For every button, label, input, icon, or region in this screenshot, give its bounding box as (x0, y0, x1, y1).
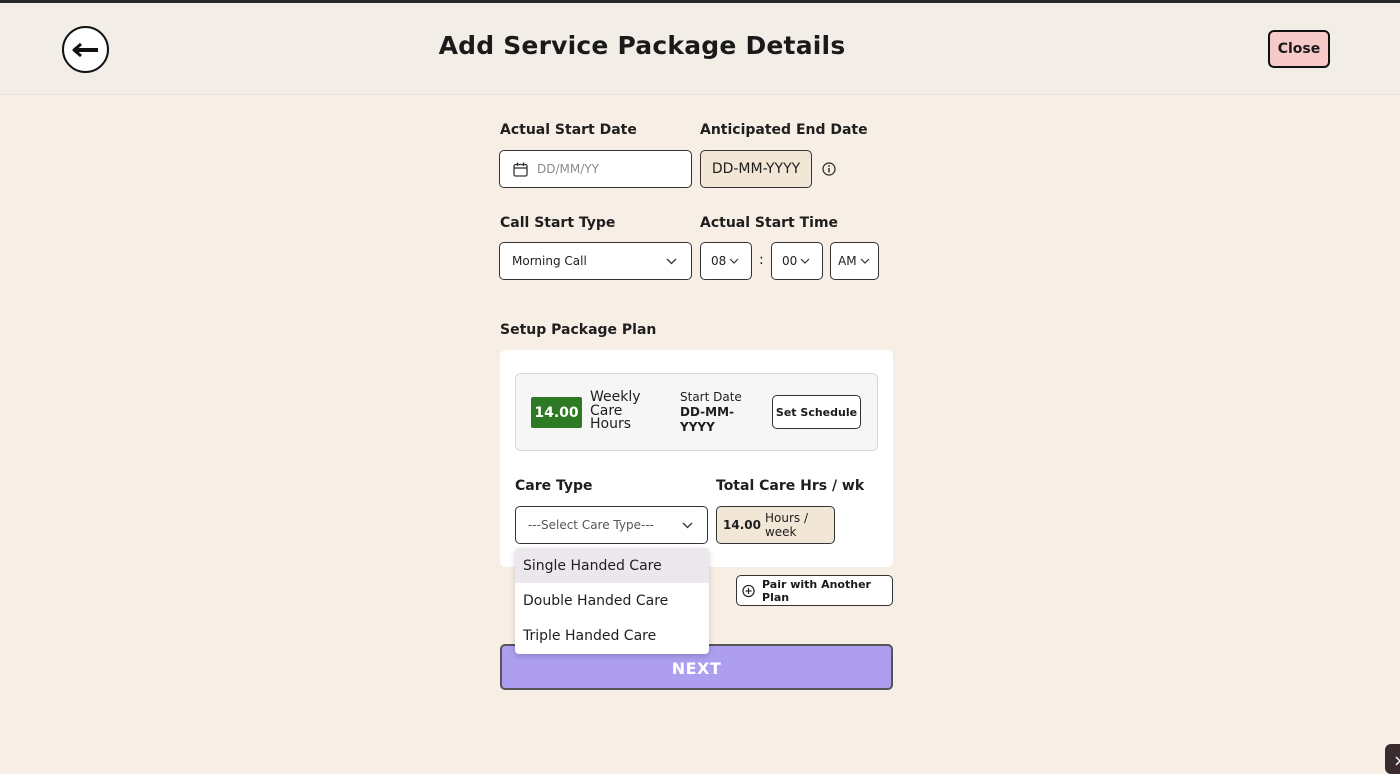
chevron-down-icon (860, 258, 869, 264)
actual-start-date-placeholder: DD/MM/YY (537, 162, 599, 176)
calendar-icon (513, 162, 528, 177)
meridiem-select[interactable]: AM (830, 242, 879, 280)
care-type-select[interactable]: ---Select Care Type--- (515, 506, 708, 544)
plus-circle-icon (742, 584, 755, 597)
info-icon[interactable] (822, 162, 836, 176)
pair-with-another-plan-label: Pair with Another Plan (762, 577, 871, 604)
care-type-placeholder: ---Select Care Type--- (528, 518, 654, 532)
close-button[interactable]: Close (1268, 30, 1330, 68)
call-start-type-value: Morning Call (512, 254, 587, 268)
anticipated-end-date-value: DD-MM-YYYY (711, 161, 801, 177)
setup-package-plan-label: Setup Package Plan (500, 322, 657, 338)
care-type-option-double[interactable]: Double Handed Care (515, 583, 709, 618)
actual-start-date-input[interactable]: DD/MM/YY (499, 150, 692, 188)
chevron-down-icon (729, 258, 739, 264)
hour-value: 08 (711, 254, 727, 268)
actual-start-date-label: Actual Start Date (500, 122, 637, 138)
actual-start-time-label: Actual Start Time (700, 215, 839, 231)
total-care-hours-label: Total Care Hrs / wk (716, 478, 865, 494)
care-type-option-single[interactable]: Single Handed Care (515, 548, 709, 583)
total-care-hours-field: 14.00 Hours / week (716, 506, 835, 544)
pair-with-another-plan-button[interactable]: Pair with Another Plan (736, 575, 893, 606)
anticipated-end-date-label: Anticipated End Date (700, 122, 868, 138)
set-schedule-button[interactable]: Set Schedule (772, 395, 861, 429)
plan-start-date-value: DD-MM-YYYY (680, 405, 734, 434)
plan-start-date-label: Start Date (680, 390, 742, 404)
call-start-type-label: Call Start Type (500, 215, 616, 231)
anticipated-end-date-field[interactable]: DD-MM-YYYY (700, 150, 812, 188)
weekly-hours-badge: 14.00 (531, 397, 582, 428)
total-care-hours-unit: Hours / week (764, 511, 808, 539)
close-icon (1395, 756, 1400, 766)
minute-select[interactable]: 00 (771, 242, 823, 280)
weekly-care-hours-label: Weekly Care Hours (590, 389, 641, 432)
care-type-label: Care Type (515, 478, 593, 494)
corner-widget[interactable] (1385, 744, 1400, 774)
chevron-down-icon (682, 522, 693, 528)
page-title: Add Service Package Details (438, 31, 846, 60)
call-start-type-select[interactable]: Morning Call (499, 242, 692, 280)
chevron-down-icon (800, 258, 810, 264)
chevron-down-icon (666, 258, 677, 264)
meridiem-value: AM (838, 254, 857, 268)
header: Add Service Package Details Close (0, 3, 1400, 95)
hour-select[interactable]: 08 (700, 242, 752, 280)
time-separator: : (759, 252, 764, 268)
total-care-hours-value: 14.00 (723, 518, 761, 532)
care-type-dropdown-list: Single Handed Care Double Handed Care Tr… (515, 548, 709, 654)
care-type-option-triple[interactable]: Triple Handed Care (515, 618, 709, 653)
minute-value: 00 (782, 254, 798, 268)
